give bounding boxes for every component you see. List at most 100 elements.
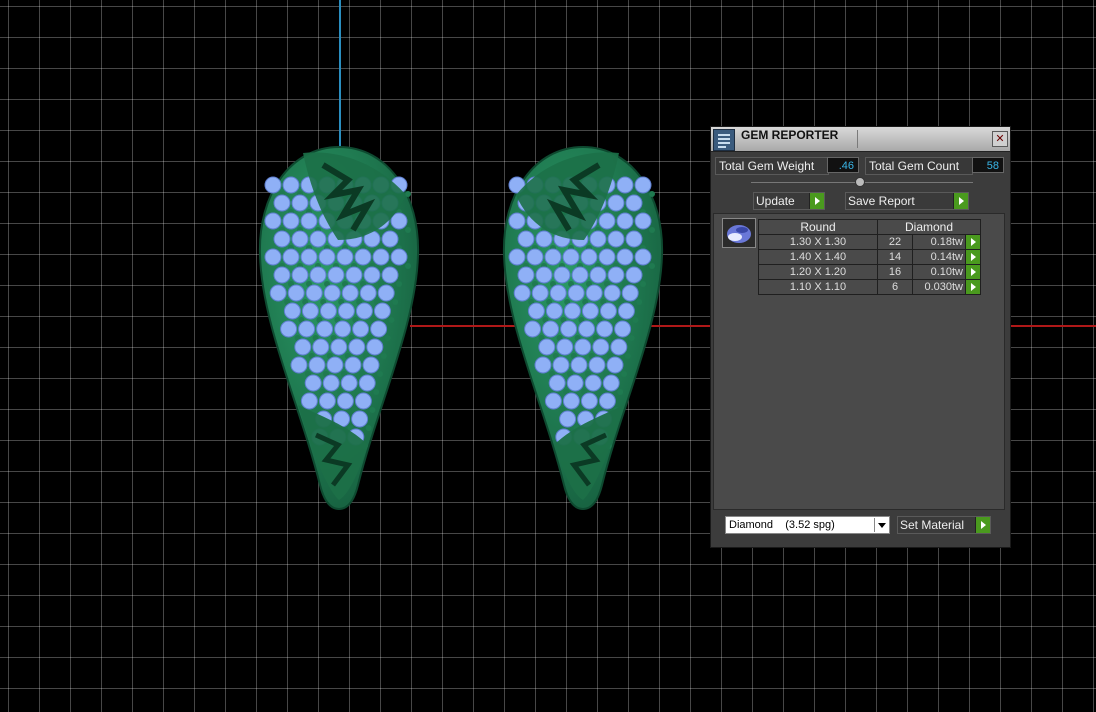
gem-stone [584,374,602,392]
gem-stone [264,176,282,194]
gem-stone [269,284,287,302]
prong [640,281,646,287]
gem-stone [326,356,344,374]
gem-stone [308,356,326,374]
gem-stone [581,302,599,320]
gem-stone [359,284,377,302]
gem-stone [517,230,535,248]
panel-titlebar[interactable]: GEM REPORTER ✕ [711,127,1010,152]
gem-stone [336,248,354,266]
gem-stone [634,248,652,266]
gem-stone [327,266,345,284]
gem-stone [603,284,621,302]
gem-stone [273,194,291,212]
gem-stone [264,248,282,266]
gem-size: 1.40 X 1.40 [758,249,878,265]
prong [632,317,639,323]
gem-stone [556,338,574,356]
gem-stone [527,302,545,320]
gem-stone [351,410,369,428]
panel-title: GEM REPORTER [741,128,839,142]
prong [396,281,402,287]
gem-stone [580,392,598,410]
gem-stone [309,230,327,248]
gem-stone [617,302,635,320]
gem-stone [526,248,544,266]
gem-stone [548,374,566,392]
gem-stone [599,302,617,320]
gem-list-area: Round Diamond 1.30 X 1.30 22 0.18tw 1.40… [713,213,1005,510]
prong [405,191,411,197]
gem-size: 1.10 X 1.10 [758,279,878,295]
gem-stone [312,338,330,356]
gem-weight: 0.030tw [912,279,966,295]
gem-preview-icon[interactable] [722,218,756,248]
gem-stone [517,266,535,284]
gem-stone [578,320,596,338]
save-report-button[interactable]: Save Report [845,192,969,210]
table-row[interactable]: 1.30 X 1.30 22 0.18tw [758,234,981,250]
gem-stone [282,248,300,266]
gem-reporter-panel: GEM REPORTER ✕ Total Gem Weight .46 Tota… [710,126,1011,548]
gem-count: 16 [877,264,913,280]
column-header-shape: Round [758,219,878,235]
prong [649,263,655,269]
gem-stone [607,266,625,284]
gem-stone [524,320,542,338]
gem-weight: 0.10tw [912,264,966,280]
gem-stone [291,230,309,248]
gem-stone [634,212,652,230]
select-row-arrow-icon[interactable] [965,234,981,250]
total-weight-label: Total Gem Weight [715,157,829,175]
panel-slider-handle[interactable] [855,177,865,187]
set-material-button[interactable]: Set Material [897,516,991,534]
gem-stone [570,356,588,374]
table-row[interactable]: 1.40 X 1.40 14 0.14tw [758,249,981,265]
prong [621,371,627,377]
gem-stone [282,212,300,230]
gem-stone [566,374,584,392]
table-row[interactable]: 1.10 X 1.10 6 0.030tw [758,279,981,295]
gem-stone [334,320,352,338]
column-header-material: Diamond [877,219,981,235]
select-row-arrow-icon[interactable] [965,249,981,265]
gem-stone [610,338,628,356]
prong [373,389,380,395]
prong [617,389,624,395]
prong [365,425,372,431]
gem-stone [567,284,585,302]
prong [369,407,376,413]
select-row-arrow-icon[interactable] [965,279,981,295]
earring-model-right[interactable] [502,145,664,511]
gem-stone [282,176,300,194]
gem-stone [304,374,322,392]
gem-stone [634,176,652,194]
gem-stone [606,356,624,374]
gem-stone [273,230,291,248]
gem-stone [544,248,562,266]
table-row[interactable]: 1.20 X 1.20 16 0.10tw [758,264,981,280]
prong [628,335,635,341]
gem-stone [300,248,318,266]
gem-stone [300,212,318,230]
earring-model-left[interactable] [258,145,420,511]
close-icon[interactable]: ✕ [992,131,1008,147]
update-button[interactable]: Update [753,192,825,210]
prong [405,227,411,233]
prong [377,371,383,377]
gem-stone [372,248,390,266]
gem-stone [589,230,607,248]
gem-stone [549,284,567,302]
gem-stone [345,266,363,284]
gem-stone [553,266,571,284]
gem-stone [562,248,580,266]
select-row-arrow-icon[interactable] [965,264,981,280]
gem-stone [344,356,362,374]
total-weight-value: .46 [827,157,859,173]
y-axis-line [339,0,341,150]
material-select[interactable]: Diamond (3.52 spg) [725,516,890,534]
gem-stone [309,266,327,284]
chevron-down-icon[interactable] [874,518,888,532]
gem-stone [571,266,589,284]
gem-stone [562,392,580,410]
